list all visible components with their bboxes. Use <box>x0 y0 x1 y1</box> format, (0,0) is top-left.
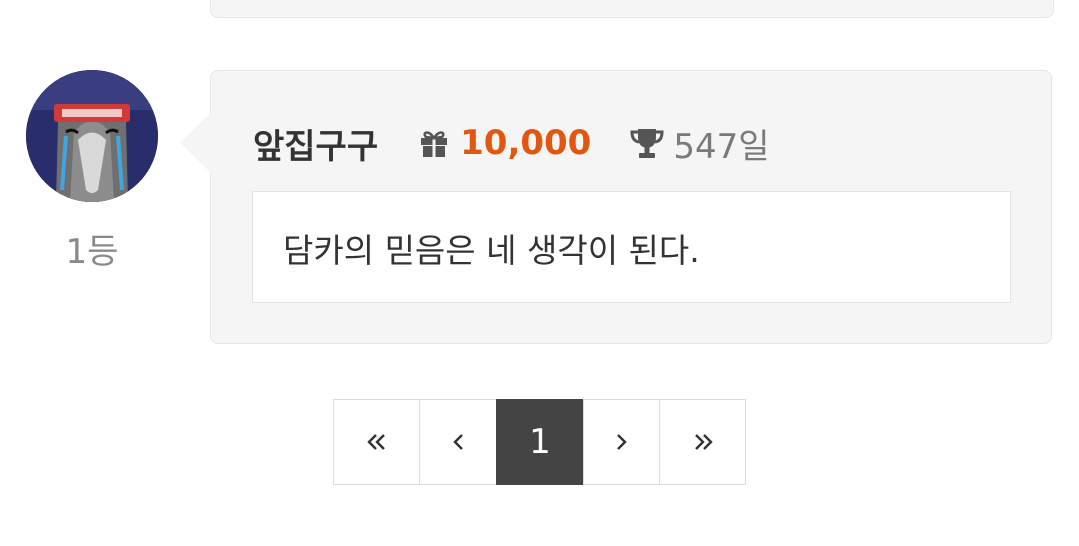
comment-message: 담카의 믿음은 네 생각이 된다. <box>283 231 700 270</box>
days-value: 547일 <box>673 126 770 167</box>
double-chevron-left-icon <box>366 434 385 450</box>
prev-page-button[interactable] <box>419 399 497 485</box>
avatar[interactable] <box>26 70 158 202</box>
pagination: 1 <box>333 399 746 485</box>
chevron-left-icon <box>453 434 463 450</box>
chevron-right-icon <box>616 434 627 450</box>
previous-comment-card <box>210 0 1054 18</box>
points-value: 10,000 <box>460 123 592 163</box>
trophy-icon <box>629 125 665 161</box>
comment-message-box: 담카의 믿음은 네 생각이 된다. <box>252 191 1011 303</box>
username[interactable]: 앞집구구 <box>253 119 378 168</box>
comment-header: 앞집구구 10,000 547일 <box>253 118 770 168</box>
gift-icon <box>418 127 450 159</box>
next-page-button[interactable] <box>583 399 660 485</box>
first-page-button[interactable] <box>333 399 420 485</box>
avatar-image <box>26 70 158 202</box>
last-page-button[interactable] <box>659 399 746 485</box>
page-1-button[interactable]: 1 <box>496 399 584 485</box>
comment-card-pointer <box>180 113 211 173</box>
double-chevron-right-icon <box>694 434 713 450</box>
rank-label: 1등 <box>65 232 119 272</box>
